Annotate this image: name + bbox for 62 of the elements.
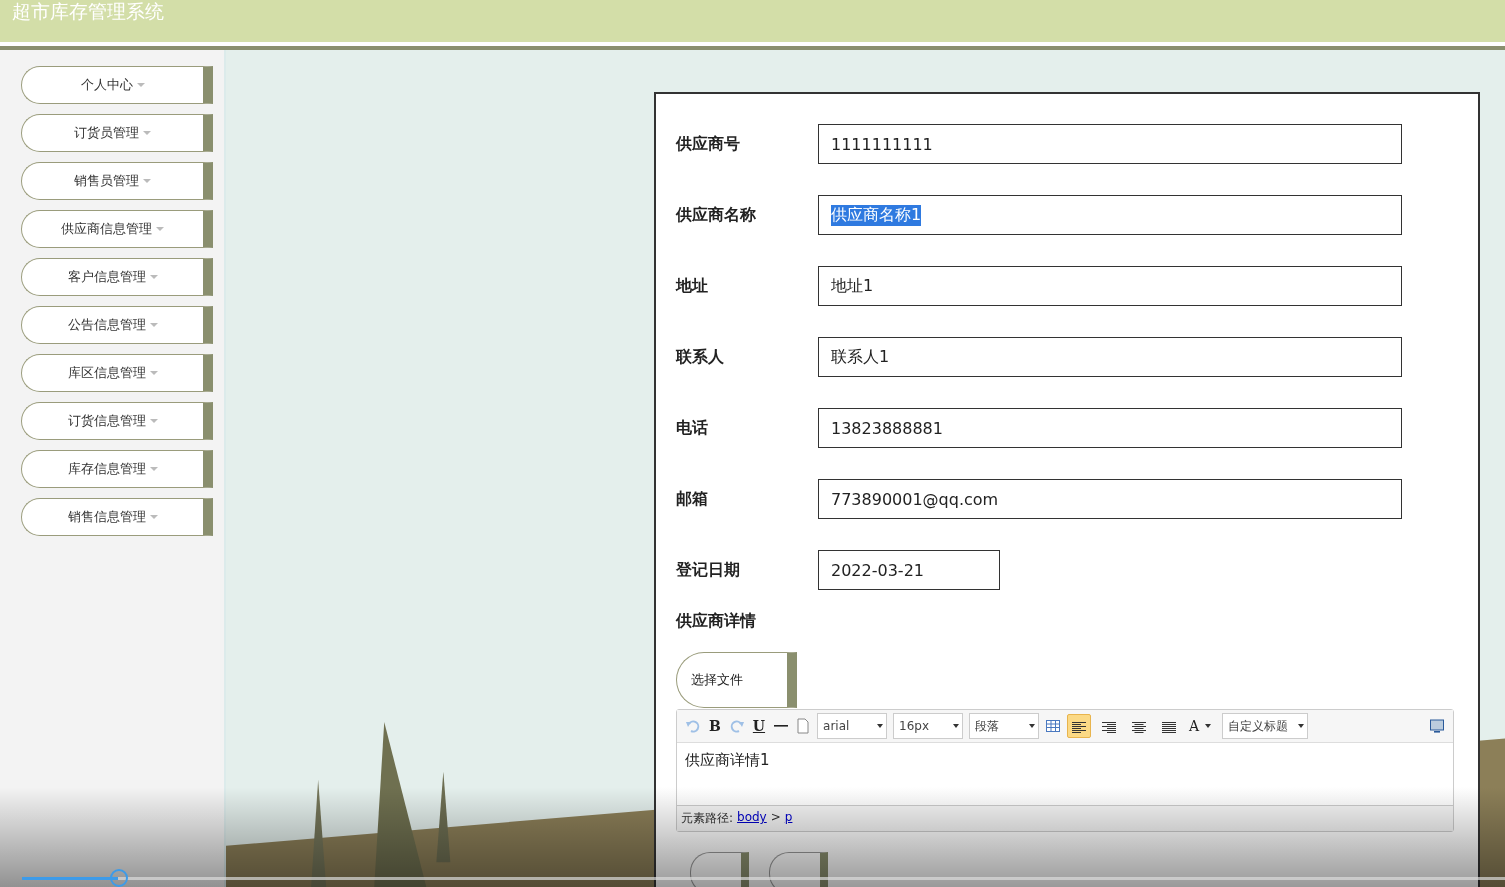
sidebar-menu-item[interactable]: 供应商信息管理 — [21, 210, 213, 248]
toolbar-dropdown[interactable]: 16px — [893, 713, 964, 739]
toolbar-dropdown[interactable]: 自定义标题 — [1222, 713, 1309, 739]
field-label: 地址 — [676, 275, 709, 297]
sidebar-menu-item[interactable]: 销售员管理 — [21, 162, 213, 200]
input-field[interactable]: 773890001@qq.com — [818, 479, 1402, 519]
form-button[interactable] — [690, 852, 749, 887]
field-value: 地址1 — [831, 275, 874, 297]
input-field[interactable]: 供应商名称1 — [818, 195, 1402, 235]
font-color-button[interactable]: A — [1187, 718, 1217, 734]
caret-icon — [156, 227, 164, 231]
field-label: 供应商名称 — [676, 204, 757, 226]
sidebar-menu-item[interactable]: 客户信息管理 — [21, 258, 213, 296]
field-label: 供应商详情 — [676, 611, 757, 632]
sidebar-menu-item[interactable]: 库区信息管理 — [21, 354, 213, 392]
caret-icon — [143, 131, 151, 135]
caret-icon — [149, 323, 158, 327]
field-value: 2022-03-21 — [831, 560, 924, 580]
caret-icon — [149, 467, 158, 471]
path-link[interactable]: body — [737, 810, 767, 827]
input-field[interactable]: 2022-03-21 — [818, 550, 1000, 590]
caret-icon — [149, 371, 158, 375]
caret-icon — [149, 515, 158, 519]
sidebar-menu-item[interactable]: 订货员管理 — [21, 114, 213, 152]
toolbar-dropdown[interactable]: 段落 — [969, 713, 1040, 739]
caret-icon — [143, 179, 151, 183]
input-field[interactable]: 13823888881 — [818, 408, 1402, 448]
underline-button[interactable]: U — [750, 718, 768, 734]
table-icon[interactable] — [1045, 718, 1062, 734]
sidebar-menu-item[interactable]: 库存信息管理 — [21, 450, 213, 488]
monitor-icon[interactable] — [1429, 718, 1445, 734]
field-label: 联系人 — [676, 346, 725, 368]
input-field[interactable]: 联系人1 — [818, 337, 1402, 377]
path-link[interactable]: p — [784, 810, 793, 827]
selected-text: 供应商名称1 — [831, 204, 922, 226]
toolbar-dropdown[interactable]: arial — [817, 713, 888, 739]
field-label: 邮箱 — [676, 488, 709, 510]
choose-file-button[interactable]: 选择文件 — [676, 652, 797, 708]
seek-thumb[interactable] — [110, 869, 129, 887]
element-path-label: 元素路径: — [681, 810, 734, 827]
app-title: 超市库存管理系统 — [12, 0, 164, 22]
sidebar-menu-item[interactable]: 销售信息管理 — [21, 498, 213, 536]
input-field[interactable]: 地址1 — [818, 266, 1402, 306]
editor-text: 供应商详情1 — [685, 751, 770, 769]
field-value: 1111111111 — [831, 134, 933, 154]
form-button[interactable] — [769, 852, 828, 887]
field-label: 电话 — [676, 417, 709, 439]
field-label: 登记日期 — [676, 559, 741, 581]
sidebar-menu-item[interactable]: 公告信息管理 — [21, 306, 213, 344]
bold-button[interactable]: B — [707, 718, 723, 734]
caret-icon — [149, 419, 158, 423]
sidebar-menu-item[interactable]: 个人中心 — [21, 66, 213, 104]
field-value: 13823888881 — [831, 418, 943, 438]
sidebar-menu-item[interactable]: 订货信息管理 — [21, 402, 213, 440]
field-label: 供应商号 — [676, 133, 741, 155]
field-value: 联系人1 — [831, 346, 890, 368]
caret-icon — [136, 83, 145, 87]
caret-icon — [149, 275, 158, 279]
path-separator: > — [770, 810, 781, 826]
input-field[interactable]: 1111111111 — [818, 124, 1402, 164]
align-left-icon[interactable] — [1067, 714, 1092, 738]
field-value: 773890001@qq.com — [831, 489, 999, 509]
